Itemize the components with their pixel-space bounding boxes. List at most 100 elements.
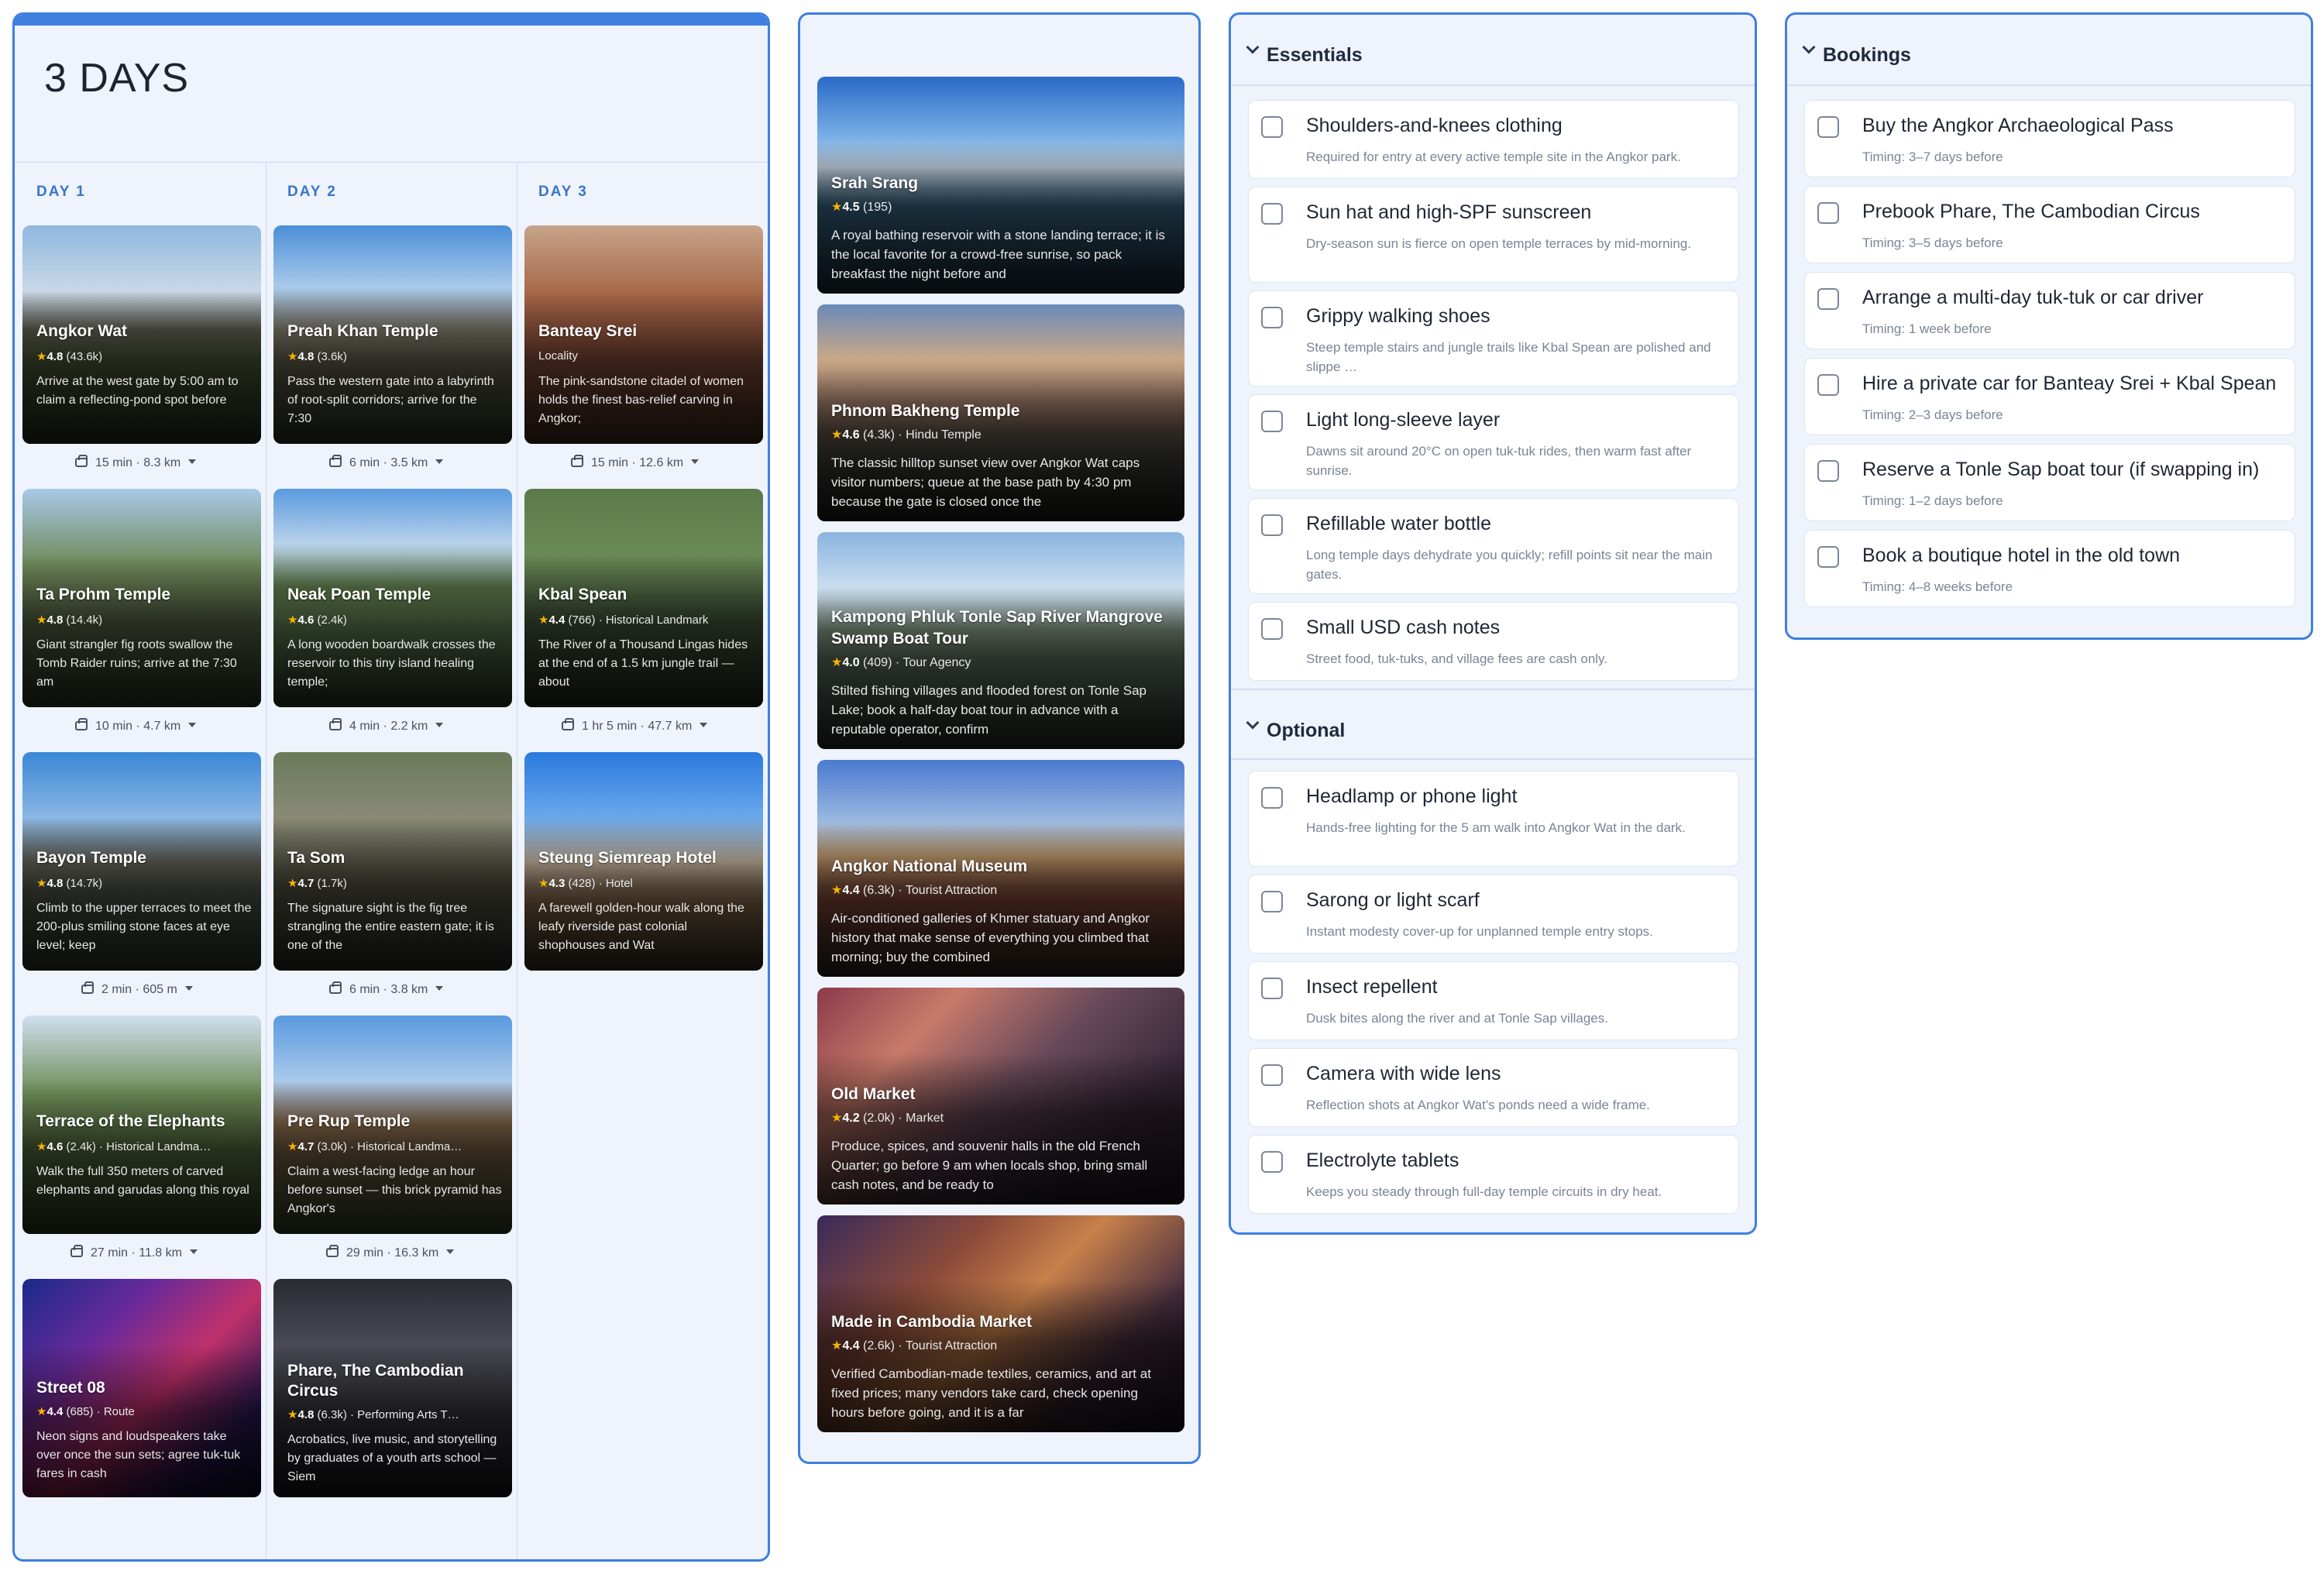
- saved-description: Stilted fishing villages and flooded for…: [831, 683, 1147, 737]
- star-icon: ★: [831, 428, 843, 442]
- checkbox[interactable]: [1261, 411, 1283, 432]
- checkbox[interactable]: [1261, 891, 1283, 912]
- travel-segment[interactable]: 29 min · 16.3 km: [326, 1245, 455, 1260]
- travel-segment[interactable]: 2 min · 605 m: [81, 981, 193, 997]
- packing-item[interactable]: Camera with wide lens Reflection shots a…: [1248, 1048, 1739, 1127]
- stop-name: Street 08: [36, 1379, 105, 1397]
- stop-description: Pass the western gate into a labyrinth o…: [287, 375, 494, 425]
- packing-item[interactable]: Sun hat and high-SPF sunscreen Dry-seaso…: [1248, 187, 1739, 283]
- stop-card-phare-circus[interactable]: Phare, The Cambodian Circus ★4.8 (6.3k) …: [273, 1279, 512, 1497]
- stop-rating: ★4.8 (14.7k): [36, 877, 103, 890]
- stop-description: A farewell golden-hour walk along the le…: [538, 902, 744, 952]
- checkbox[interactable]: [1817, 374, 1839, 396]
- saved-card-kampong-phluk[interactable]: Kampong Phluk Tonle Sap River Mangrove S…: [817, 532, 1184, 749]
- stop-description: Arrive at the west gate by 5:00 am to cl…: [36, 375, 239, 407]
- car-icon: [81, 981, 94, 994]
- travel-segment[interactable]: 4 min · 2.2 km: [329, 718, 444, 734]
- packing-item[interactable]: Shoulders-and-knees clothing Required fo…: [1248, 100, 1739, 179]
- stop-category: Locality: [538, 349, 578, 363]
- checkbox[interactable]: [1261, 203, 1283, 225]
- stop-rating: ★4.8 (14.4k): [36, 613, 103, 627]
- checkbox[interactable]: [1817, 546, 1839, 568]
- stop-name: Ta Som: [287, 849, 346, 867]
- stop-name: Pre Rup Temple: [287, 1112, 411, 1130]
- optional-section-header[interactable]: Optional: [1231, 689, 1755, 760]
- packing-item[interactable]: Light long-sleeve layer Dawns sit around…: [1248, 394, 1739, 490]
- packing-panel: Essentials Shoulders-and-knees clothing …: [1229, 12, 1757, 1235]
- stop-card-ta-som[interactable]: Ta Som ★4.7 (1.7k) The signature sight i…: [273, 752, 512, 971]
- saved-card-old-market[interactable]: Old Market ★4.2 (2.0k) · Market Produce,…: [817, 988, 1184, 1205]
- checkbox[interactable]: [1261, 618, 1283, 640]
- travel-segment[interactable]: 15 min · 8.3 km: [75, 455, 197, 470]
- checkbox[interactable]: [1261, 307, 1283, 328]
- car-icon: [562, 718, 574, 730]
- stop-rating: ★4.6 (2.4k) · Historical Landma…: [36, 1140, 211, 1153]
- star-icon: ★: [831, 1339, 843, 1352]
- stop-card-angkor-wat[interactable]: Angkor Wat ★4.8 (43.6k) Arrive at the we…: [22, 225, 261, 444]
- packing-item[interactable]: Insect repellent Dusk bites along the ri…: [1248, 961, 1739, 1040]
- saved-description: A royal bathing reservoir with a stone l…: [831, 228, 1165, 281]
- saved-card-angkor-museum[interactable]: Angkor National Museum ★4.4 (6.3k) · Tou…: [817, 760, 1184, 977]
- checkbox[interactable]: [1261, 116, 1283, 138]
- travel-segment[interactable]: 15 min · 12.6 km: [571, 455, 700, 470]
- stop-card-neak-poan[interactable]: Neak Poan Temple ★4.6 (2.4k) A long wood…: [273, 489, 512, 707]
- stop-card-terrace-elephants[interactable]: Terrace of the Elephants ★4.6 (2.4k) · H…: [22, 1016, 261, 1234]
- checkbox[interactable]: [1261, 787, 1283, 809]
- stop-name: Preah Khan Temple: [287, 322, 438, 340]
- bookings-section-header[interactable]: Bookings: [1787, 15, 2311, 86]
- travel-segment[interactable]: 6 min · 3.5 km: [329, 455, 444, 470]
- stop-card-steung-hotel[interactable]: Steung Siemreap Hotel ★4.3 (428) · Hotel…: [524, 752, 763, 971]
- star-icon: ★: [36, 1405, 47, 1418]
- booking-item[interactable]: Prebook Phare, The Cambodian Circus Timi…: [1804, 186, 2295, 263]
- travel-segment[interactable]: 10 min · 4.7 km: [75, 718, 197, 734]
- packing-item[interactable]: Headlamp or phone light Hands-free light…: [1248, 771, 1739, 867]
- chevron-down-icon: [700, 723, 708, 727]
- stop-name: Bayon Temple: [36, 849, 146, 867]
- stop-card-banteay-srei[interactable]: Banteay Srei Locality The pink-sandstone…: [524, 225, 763, 444]
- day-header-divider: [15, 162, 768, 163]
- car-icon: [329, 981, 342, 994]
- saved-rating: ★4.6 (4.3k) · Hindu Temple: [831, 428, 982, 442]
- booking-item[interactable]: Reserve a Tonle Sap boat tour (if swappi…: [1804, 444, 2295, 521]
- stop-card-kbal-spean[interactable]: Kbal Spean ★4.4 (766) · Historical Landm…: [524, 489, 763, 707]
- day-2-header: DAY 2: [287, 184, 337, 200]
- travel-segment[interactable]: 6 min · 3.8 km: [329, 981, 444, 997]
- star-icon: ★: [831, 1112, 843, 1125]
- stop-card-street-08[interactable]: Street 08 ★4.4 (685) · Route Neon signs …: [22, 1279, 261, 1497]
- packing-item[interactable]: Sarong or light scarf Instant modesty co…: [1248, 875, 1739, 954]
- essentials-section-header[interactable]: Essentials: [1231, 15, 1755, 86]
- stop-name: Kbal Spean: [538, 586, 627, 603]
- travel-segment[interactable]: 27 min · 11.8 km: [70, 1245, 198, 1260]
- saved-card-phnom-bakheng[interactable]: Phnom Bakheng Temple ★4.6 (4.3k) · Hindu…: [817, 304, 1184, 521]
- stop-name: Angkor Wat: [36, 322, 128, 340]
- booking-item[interactable]: Hire a private car for Banteay Srei + Kb…: [1804, 358, 2295, 435]
- checkbox[interactable]: [1817, 288, 1839, 310]
- stop-description: Claim a west-facing ledge an hour before…: [287, 1165, 502, 1215]
- booking-item[interactable]: Buy the Angkor Archaeological Pass Timin…: [1804, 100, 2295, 177]
- chevron-down-icon: [188, 723, 197, 727]
- booking-item[interactable]: Arrange a multi-day tuk-tuk or car drive…: [1804, 272, 2295, 349]
- checkbox[interactable]: [1261, 1151, 1283, 1173]
- stop-rating: ★4.4 (766) · Historical Landmark: [538, 613, 709, 627]
- saved-card-made-in-cambodia[interactable]: Made in Cambodia Market ★4.4 (2.6k) · To…: [817, 1215, 1184, 1432]
- checkbox[interactable]: [1817, 116, 1839, 138]
- travel-segment[interactable]: 1 hr 5 min · 47.7 km: [562, 718, 708, 734]
- checkbox[interactable]: [1817, 202, 1839, 224]
- packing-item[interactable]: Small USD cash notes Street food, tuk-tu…: [1248, 602, 1739, 681]
- packing-item[interactable]: Grippy walking shoes Steep temple stairs…: [1248, 290, 1739, 387]
- star-icon: ★: [36, 877, 47, 890]
- packing-item[interactable]: Electrolyte tablets Keeps you steady thr…: [1248, 1135, 1739, 1214]
- checkbox[interactable]: [1817, 460, 1839, 482]
- checkbox[interactable]: [1261, 514, 1283, 536]
- stop-card-pre-rup[interactable]: Pre Rup Temple ★4.7 (3.0k) · Historical …: [273, 1016, 512, 1234]
- chevron-down-icon: [691, 459, 700, 464]
- stop-card-bayon[interactable]: Bayon Temple ★4.8 (14.7k) Climb to the u…: [22, 752, 261, 971]
- booking-item[interactable]: Book a boutique hotel in the old town Ti…: [1804, 530, 2295, 607]
- checkbox[interactable]: [1261, 978, 1283, 999]
- packing-item[interactable]: Refillable water bottle Long temple days…: [1248, 498, 1739, 594]
- saved-card-srah-srang[interactable]: Srah Srang ★4.5 (195) A royal bathing re…: [817, 77, 1184, 294]
- checkbox[interactable]: [1261, 1064, 1283, 1086]
- chevron-down-icon: [1246, 716, 1260, 730]
- stop-card-ta-prohm[interactable]: Ta Prohm Temple ★4.8 (14.4k) Giant stran…: [22, 489, 261, 707]
- stop-card-preah-khan[interactable]: Preah Khan Temple ★4.8 (3.6k) Pass the w…: [273, 225, 512, 444]
